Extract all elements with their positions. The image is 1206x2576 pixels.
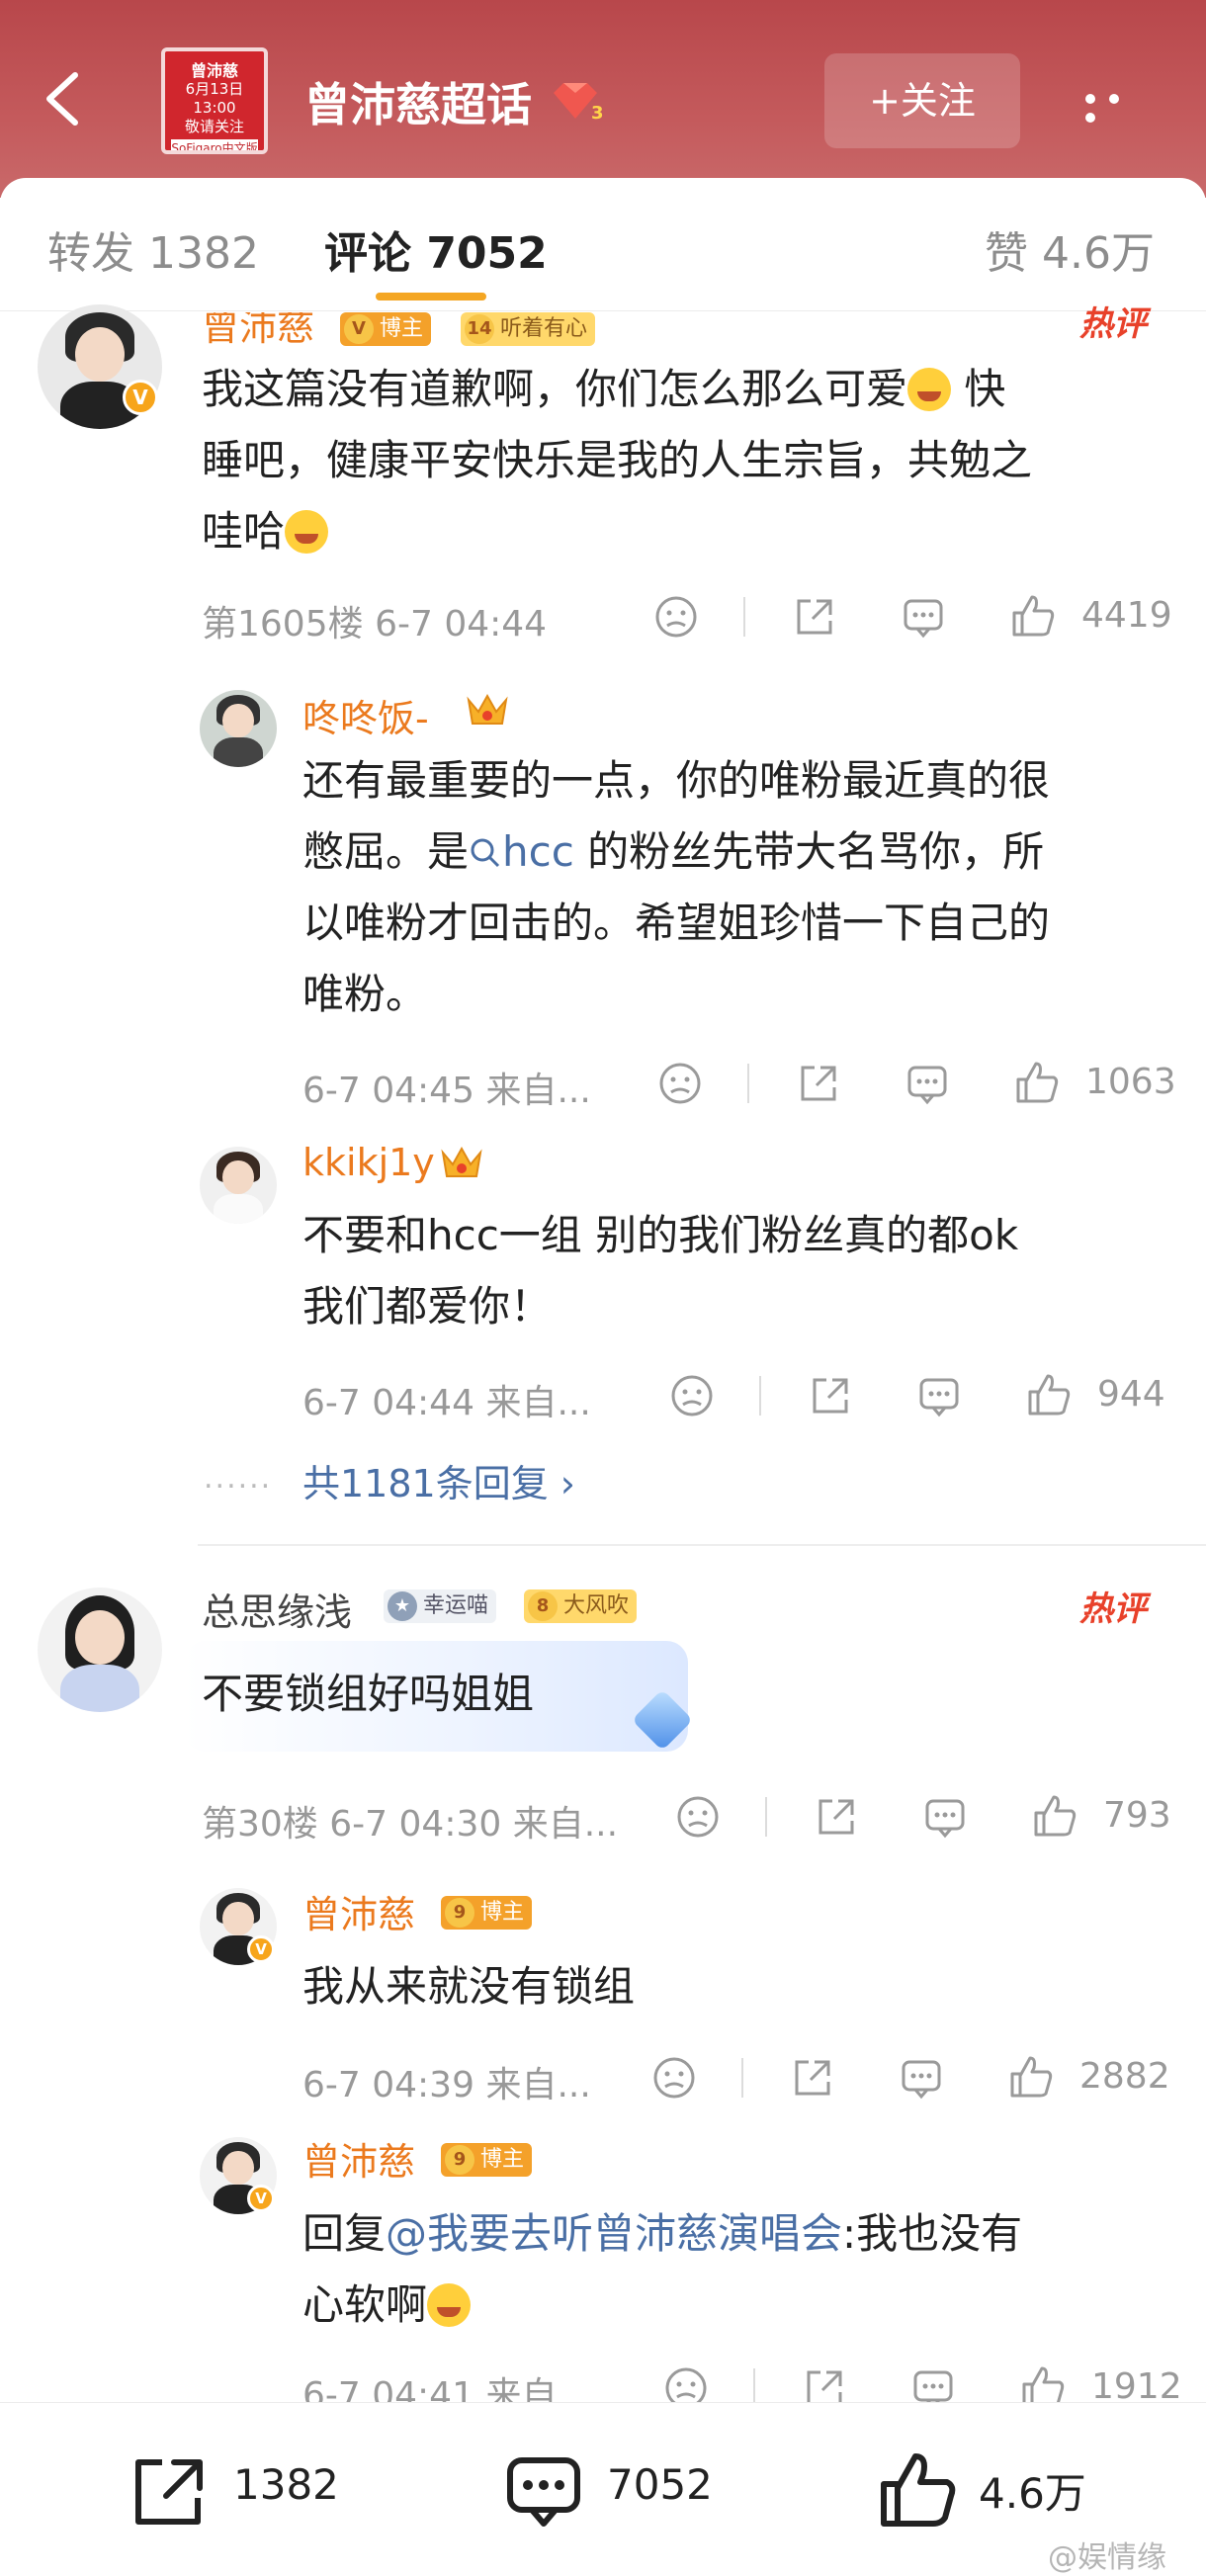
tab-like[interactable]: 赞 4.6万 (985, 217, 1155, 281)
tab-repost[interactable]: 转发 1382 (47, 217, 259, 281)
like-icon[interactable] (1024, 1370, 1074, 1419)
like-count: 4419 (1081, 595, 1172, 636)
fan-level-badge: 8 大风吹 (524, 1589, 638, 1623)
reply-author-name[interactable]: 曾沛慈 (302, 1884, 415, 1938)
reply-meta: 6-7 04:39 来自... (302, 2065, 591, 2105)
share-icon[interactable] (813, 1793, 860, 1841)
avatar[interactable] (200, 1147, 277, 1224)
reply-text: 还有最重要的一点，你的唯粉最近真的很 憋屈。是 hcc 的粉丝先带大名骂你，所 以… (302, 756, 1051, 1018)
happy-emoji-icon (285, 510, 329, 554)
fan-level-badge: 14 听着有心 (461, 312, 596, 346)
like-count: 1912 (1091, 2366, 1182, 2407)
vip-crown-icon (441, 1146, 482, 1177)
svg-text:3: 3 (591, 103, 604, 123)
author-badge: 9 博主 (441, 1896, 533, 1930)
comment-icon[interactable] (904, 1060, 951, 1107)
share-icon[interactable] (791, 593, 838, 641)
share-icon[interactable] (789, 2054, 836, 2102)
mention-link[interactable]: @我要去听曾沛慈演唱会 (386, 2209, 842, 2258)
comment-icon[interactable] (900, 593, 947, 641)
reply-text: 我从来就没有锁组 (302, 1962, 636, 2011)
laugh-cry-emoji-icon (427, 2283, 472, 2327)
dislike-icon[interactable] (674, 1793, 722, 1841)
comment-count[interactable]: 7052 (607, 2460, 713, 2509)
like-icon[interactable] (1012, 1058, 1062, 1107)
verified-badge-icon: V (123, 380, 158, 415)
comment-author-name[interactable]: 总思缘浅 (202, 1582, 352, 1636)
dislike-icon[interactable] (668, 1372, 716, 1419)
bottom-action-bar: 1382 7052 4.6万 (0, 2402, 1206, 2576)
back-chevron-icon[interactable] (40, 69, 89, 129)
like-count[interactable]: 4.6万 (979, 2460, 1086, 2521)
comment-icon[interactable] (502, 2450, 585, 2533)
divider (743, 597, 745, 637)
like-icon[interactable] (1030, 1791, 1079, 1841)
like-count: 2882 (1079, 2056, 1170, 2097)
topic-logo[interactable]: 曾沛慈 6月13日 13:00 敬请关注 SoFigaro中文版 (161, 47, 268, 154)
reply-author-name[interactable]: 咚咚饭- (302, 688, 429, 742)
top-header: 曾沛慈 6月13日 13:00 敬请关注 SoFigaro中文版 曾沛慈超话 3… (0, 0, 1206, 198)
avatar[interactable] (200, 690, 277, 767)
vip-crown-icon (467, 693, 508, 725)
comment-separator (198, 1544, 1206, 1546)
dislike-icon[interactable] (652, 593, 700, 641)
reply-author-name[interactable]: 曾沛慈 (302, 2131, 415, 2186)
comment-text: 我这篇没有道歉啊，你们怎么那么可爱 快 睡吧，健康平安快乐是我的人生宗旨，共勉之… (202, 365, 1033, 556)
repost-icon[interactable] (129, 2452, 212, 2532)
divider (747, 1064, 749, 1103)
hot-comment-tag: 热评 (1079, 1589, 1147, 1629)
verified-badge-icon: V (247, 1935, 275, 1963)
search-icon (471, 838, 500, 868)
laugh-cry-emoji-icon (907, 368, 952, 411)
super-topic-level-icon: 3 (554, 83, 604, 123)
more-dots-icon[interactable] (1085, 89, 1155, 123)
comment-meta: 第1605楼 6-7 04:44 (202, 604, 548, 644)
like-icon[interactable] (1006, 2052, 1056, 2102)
comment-text: 不要锁组好吗姐姐 (202, 1670, 535, 1718)
divider (765, 1797, 767, 1837)
author-badge: 9 博主 (441, 2143, 533, 2177)
repost-count[interactable]: 1382 (233, 2460, 339, 2509)
verified-badge-icon: V (247, 2185, 275, 2212)
divider (759, 1376, 761, 1416)
reply-author-name[interactable]: kkikj1y (302, 1141, 435, 1184)
search-link[interactable]: hcc (469, 827, 574, 876)
share-icon[interactable] (795, 1060, 842, 1107)
thread-dots: ...... (204, 1461, 273, 1496)
tab-bar: 转发 1382 评论 7052 赞 4.6万 (0, 178, 1206, 311)
comment-meta: 第30楼 6-7 04:30 来自... (202, 1804, 619, 1845)
reply-meta: 6-7 04:44 来自... (302, 1383, 591, 1423)
comment-icon[interactable] (915, 1372, 963, 1419)
like-icon[interactable] (874, 2447, 961, 2533)
reply-text: 回复@我要去听曾沛慈演唱会:我也没有 心软啊 (302, 2209, 1023, 2329)
comment-icon[interactable] (898, 2054, 945, 2102)
reply-meta: 6-7 04:45 来自... (302, 1071, 591, 1111)
like-icon[interactable] (1008, 591, 1058, 641)
divider (741, 2058, 743, 2098)
tab-comment[interactable]: 评论 7052 (324, 217, 548, 281)
share-icon[interactable] (807, 1372, 854, 1419)
like-count: 793 (1103, 1795, 1171, 1836)
more-replies-link[interactable]: 共1181条回复 › (302, 1453, 575, 1507)
author-badge: V 博主 (340, 312, 432, 346)
active-tab-indicator (376, 293, 486, 301)
like-count: 944 (1097, 1374, 1165, 1415)
page-title[interactable]: 曾沛慈超话 (304, 69, 532, 134)
lucky-cat-badge: ★ 幸运喵 (384, 1589, 497, 1623)
follow-button[interactable]: +关注 (824, 53, 1020, 148)
like-count: 1063 (1085, 1062, 1176, 1102)
hot-comment-tag: 热评 (1079, 304, 1147, 344)
comment-icon[interactable] (921, 1793, 969, 1841)
dislike-icon[interactable] (650, 2054, 698, 2102)
avatar[interactable] (38, 1588, 162, 1712)
reply-text: 不要和hcc一组 别的我们粉丝真的都ok 我们都爱你！ (302, 1211, 1019, 1331)
dislike-icon[interactable] (656, 1060, 704, 1107)
watermark: @娱情缘 (1048, 2540, 1166, 2575)
